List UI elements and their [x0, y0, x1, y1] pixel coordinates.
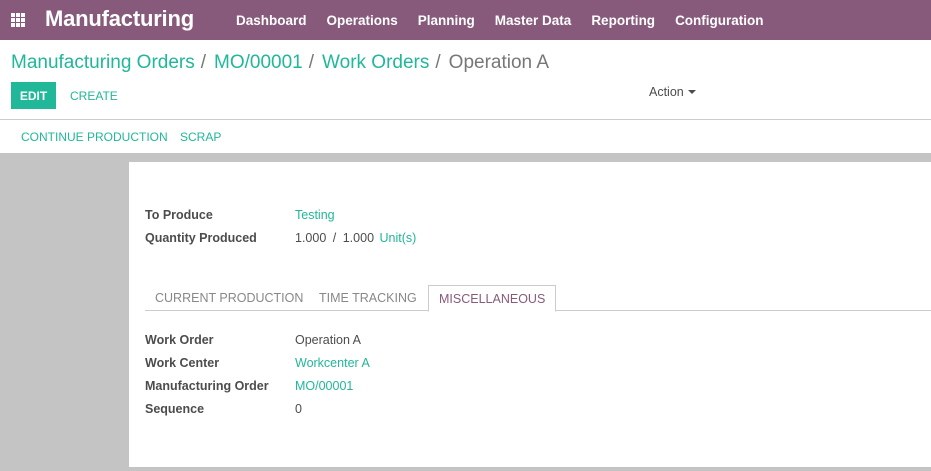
edit-button[interactable]: EDIT: [11, 82, 56, 109]
work-center-label: Work Center: [145, 356, 220, 370]
menu-planning[interactable]: Planning: [408, 13, 485, 28]
tab-current-production[interactable]: CURRENT PRODUCTION: [145, 285, 313, 311]
top-navbar: Manufacturing Dashboard Operations Plann…: [0, 0, 931, 40]
qty-separator: /: [332, 231, 337, 245]
breadcrumb-mo[interactable]: MO/00001: [214, 52, 303, 74]
work-order-label: Work Order: [145, 333, 214, 347]
create-button[interactable]: CREATE: [70, 82, 118, 109]
tab-miscellaneous[interactable]: MISCELLANEOUS: [428, 285, 557, 312]
quantity-produced-label: Quantity Produced: [145, 231, 257, 245]
menu-operations[interactable]: Operations: [317, 13, 408, 28]
work-center-link[interactable]: Workcenter A: [295, 356, 370, 370]
form-sheet: [129, 162, 931, 467]
menu-reporting[interactable]: Reporting: [581, 13, 665, 28]
breadcrumb-separator: /: [200, 52, 207, 73]
scrap-button[interactable]: SCRAP: [180, 130, 221, 144]
breadcrumb-separator: /: [435, 52, 441, 73]
continue-production-button[interactable]: CONTINUE PRODUCTION: [21, 130, 168, 144]
statusbar: CONTINUE PRODUCTION SCRAP: [0, 120, 931, 153]
tab-time-tracking[interactable]: TIME TRACKING: [309, 285, 427, 311]
notebook-tabs: CURRENT PRODUCTION TIME TRACKING MISCELL…: [145, 285, 931, 312]
breadcrumb-work-orders[interactable]: Work Orders: [322, 52, 429, 74]
action-label: Action: [649, 85, 684, 99]
work-order-value: Operation A: [295, 333, 362, 347]
sequence-value: 0: [295, 402, 302, 416]
qty-total: 1.000: [342, 231, 375, 245]
menu-master-data[interactable]: Master Data: [485, 13, 582, 28]
uom-link[interactable]: Unit(s): [380, 231, 417, 245]
main-menu: Dashboard Operations Planning Master Dat…: [226, 0, 774, 40]
manufacturing-order-link[interactable]: MO/00001: [295, 379, 353, 393]
action-dropdown[interactable]: Action: [649, 85, 696, 99]
menu-configuration[interactable]: Configuration: [665, 13, 773, 28]
to-produce-label: To Produce: [145, 208, 213, 222]
to-produce-link[interactable]: Testing: [295, 208, 335, 222]
menu-dashboard[interactable]: Dashboard: [226, 13, 317, 28]
breadcrumb-current: Operation A: [448, 52, 550, 73]
app-title[interactable]: Manufacturing: [45, 6, 194, 32]
sequence-label: Sequence: [145, 402, 205, 416]
breadcrumb-manufacturing-orders[interactable]: Manufacturing Orders: [11, 52, 195, 74]
breadcrumb-separator: /: [308, 52, 315, 73]
apps-grid-icon[interactable]: [11, 13, 25, 27]
qty-done: 1.000: [295, 231, 327, 245]
caret-down-icon: [687, 90, 696, 94]
manufacturing-order-label: Manufacturing Order: [145, 379, 269, 393]
breadcrumb: Manufacturing Orders / MO/00001 / Work O…: [11, 52, 549, 74]
quantity-produced-value: 1.000 / 1.000 Unit(s): [295, 231, 416, 245]
